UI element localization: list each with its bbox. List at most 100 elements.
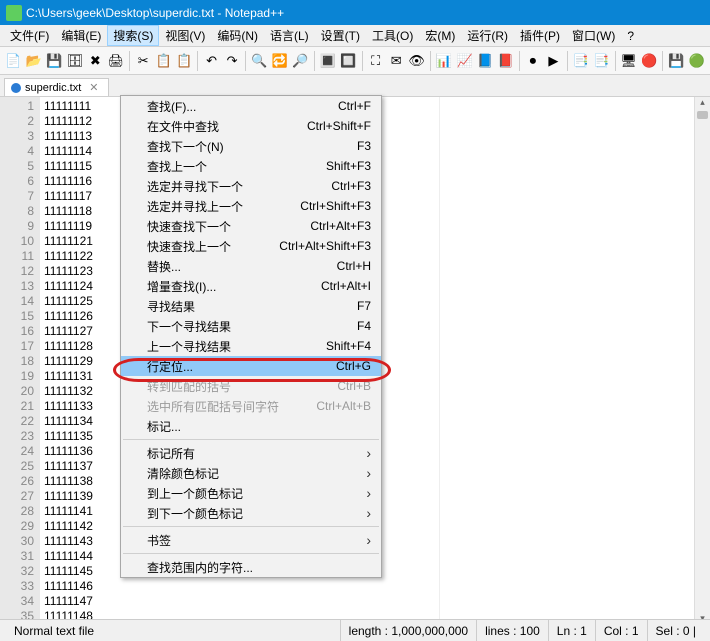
menu-item[interactable]: 语言(L) <box>264 25 315 46</box>
line-number: 19 <box>2 369 34 384</box>
menu-item[interactable]: 插件(P) <box>514 25 566 46</box>
menu-item[interactable]: 查找下一个(N)F3 <box>121 136 381 156</box>
line-number: 33 <box>2 579 34 594</box>
menu-item[interactable]: 查找(F)...Ctrl+F <box>121 96 381 116</box>
menu-item[interactable]: ? <box>621 25 640 46</box>
toolbar-button[interactable]: 🔁 <box>271 50 290 72</box>
menu-item[interactable]: 行定位...Ctrl+G <box>121 356 381 376</box>
toolbar-button[interactable]: 📘 <box>476 50 495 72</box>
menu-item-shortcut: F4 <box>357 319 371 333</box>
menu-item[interactable]: 编码(N) <box>211 25 264 46</box>
menu-item[interactable]: 到上一个颜色标记 <box>121 483 381 503</box>
menu-item[interactable]: 编辑(E) <box>55 25 107 46</box>
menu-item-shortcut: F3 <box>357 139 371 153</box>
toolbar-separator <box>197 51 198 71</box>
menu-item-label: 快速查找下一个 <box>147 218 310 235</box>
menu-item[interactable]: 标记所有 <box>121 443 381 463</box>
toolbar-button[interactable]: 👁 <box>407 50 426 72</box>
toolbar-button[interactable]: ⛶ <box>366 50 385 72</box>
toolbar-separator <box>314 51 315 71</box>
toolbar: 📄📂💾🗄✖🖨✂📋📋↶↷🔍🔁🔎🔳🔲⛶✉👁📊📈📘📕⏺▶📑📑🖥🔴💾🟢 <box>0 47 710 75</box>
menu-item[interactable]: 搜索(S) <box>107 25 159 46</box>
editor-line[interactable]: 11111147 <box>44 594 435 609</box>
menu-item[interactable]: 标记... <box>121 416 381 436</box>
toolbar-button[interactable]: 🔎 <box>291 50 310 72</box>
line-number: 3 <box>2 129 34 144</box>
status-filetype: Normal text file <box>6 620 340 641</box>
menu-item[interactable]: 在文件中查找Ctrl+Shift+F <box>121 116 381 136</box>
menu-item[interactable]: 选定并寻找下一个Ctrl+F3 <box>121 176 381 196</box>
toolbar-button[interactable]: 🔲 <box>339 50 358 72</box>
menu-item[interactable]: 设置(T) <box>315 25 366 46</box>
menu-item[interactable]: 查找上一个Shift+F3 <box>121 156 381 176</box>
toolbar-button[interactable]: 📊 <box>435 50 454 72</box>
scrollbar-thumb[interactable] <box>697 111 708 119</box>
toolbar-button[interactable]: 📕 <box>496 50 515 72</box>
line-number: 22 <box>2 414 34 429</box>
line-number: 32 <box>2 564 34 579</box>
menu-item[interactable]: 查找范围内的字符... <box>121 557 381 577</box>
menu-item[interactable]: 宏(M) <box>419 25 461 46</box>
toolbar-button[interactable]: ▶ <box>544 50 563 72</box>
menu-item[interactable]: 文件(F) <box>4 25 55 46</box>
menu-item[interactable]: 替换...Ctrl+H <box>121 256 381 276</box>
toolbar-button[interactable]: 📑 <box>592 50 611 72</box>
line-number: 20 <box>2 384 34 399</box>
toolbar-button[interactable]: 📑 <box>572 50 591 72</box>
menu-item[interactable]: 增量查找(I)...Ctrl+Alt+I <box>121 276 381 296</box>
toolbar-button[interactable]: 🖥 <box>619 50 638 72</box>
menu-item[interactable]: 清除颜色标记 <box>121 463 381 483</box>
tab-close-icon[interactable]: ✕ <box>89 81 98 94</box>
menu-item[interactable]: 快速查找上一个Ctrl+Alt+Shift+F3 <box>121 236 381 256</box>
file-tab[interactable]: superdic.txt ✕ <box>4 78 109 96</box>
toolbar-button[interactable]: 🗄 <box>66 50 85 72</box>
toolbar-button[interactable]: 🟢 <box>688 50 707 72</box>
menu-item[interactable]: 运行(R) <box>461 25 514 46</box>
menu-item[interactable]: 寻找结果F7 <box>121 296 381 316</box>
menu-item-label: 增量查找(I)... <box>147 278 321 295</box>
toolbar-button[interactable]: ✂ <box>134 50 153 72</box>
toolbar-separator <box>245 51 246 71</box>
toolbar-button[interactable]: ⏺ <box>524 50 543 72</box>
menu-item[interactable]: 到下一个颜色标记 <box>121 503 381 523</box>
line-number: 15 <box>2 309 34 324</box>
menu-item-label: 转到匹配的括号 <box>147 378 337 395</box>
toolbar-button[interactable]: 📋 <box>175 50 194 72</box>
editor-line[interactable]: 11111146 <box>44 579 435 594</box>
toolbar-button[interactable]: 📈 <box>455 50 474 72</box>
vertical-scrollbar[interactable]: ▴ ▾ <box>694 97 710 627</box>
menu-item[interactable]: 书签 <box>121 530 381 550</box>
toolbar-separator <box>430 51 431 71</box>
toolbar-button[interactable]: 💾 <box>45 50 64 72</box>
line-number: 27 <box>2 489 34 504</box>
menu-item-shortcut: Ctrl+Shift+F3 <box>300 199 371 213</box>
toolbar-button[interactable]: ↶ <box>202 50 221 72</box>
menu-separator <box>123 439 379 440</box>
toolbar-button[interactable]: ✖ <box>86 50 105 72</box>
toolbar-button[interactable]: 📂 <box>25 50 44 72</box>
toolbar-button[interactable]: ✉ <box>387 50 406 72</box>
menu-item[interactable]: 快速查找下一个Ctrl+Alt+F3 <box>121 216 381 236</box>
scroll-up-icon[interactable]: ▴ <box>695 97 710 111</box>
menu-item-label: 选定并寻找上一个 <box>147 198 300 215</box>
toolbar-button[interactable]: 🔍 <box>250 50 269 72</box>
line-number: 30 <box>2 534 34 549</box>
status-length: length : 1,000,000,000 <box>340 620 476 641</box>
toolbar-button[interactable]: 💾 <box>667 50 686 72</box>
line-number: 17 <box>2 339 34 354</box>
toolbar-button[interactable]: 🔴 <box>640 50 659 72</box>
search-menu-dropdown: 查找(F)...Ctrl+F在文件中查找Ctrl+Shift+F查找下一个(N)… <box>120 95 382 578</box>
toolbar-button[interactable]: 📄 <box>4 50 23 72</box>
line-number: 21 <box>2 399 34 414</box>
toolbar-button[interactable]: ↷ <box>223 50 242 72</box>
menu-item[interactable]: 工具(O) <box>366 25 419 46</box>
menu-item[interactable]: 下一个寻找结果F4 <box>121 316 381 336</box>
toolbar-button[interactable]: 🖨 <box>107 50 126 72</box>
line-number: 31 <box>2 549 34 564</box>
menu-item[interactable]: 窗口(W) <box>566 25 621 46</box>
menu-item[interactable]: 选定并寻找上一个Ctrl+Shift+F3 <box>121 196 381 216</box>
toolbar-button[interactable]: 📋 <box>154 50 173 72</box>
menu-item[interactable]: 上一个寻找结果Shift+F4 <box>121 336 381 356</box>
toolbar-button[interactable]: 🔳 <box>319 50 338 72</box>
menu-item[interactable]: 视图(V) <box>159 25 211 46</box>
